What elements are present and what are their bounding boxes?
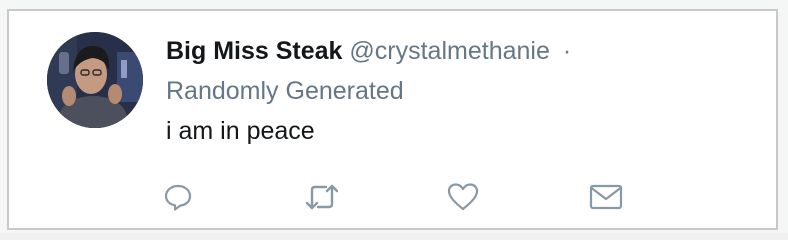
like-button[interactable] xyxy=(443,177,483,217)
heart-icon xyxy=(447,183,479,211)
tweet-header: Big Miss Steak @crystalmethanie · xyxy=(166,35,571,67)
tweet-source: Randomly Generated xyxy=(166,77,404,105)
display-name[interactable]: Big Miss Steak xyxy=(166,37,342,65)
reply-button[interactable] xyxy=(158,177,198,217)
page-bottom-strip xyxy=(0,233,788,240)
tweet-card: Big Miss Steak @crystalmethanie · Random… xyxy=(7,9,778,230)
retweet-icon xyxy=(305,184,339,210)
retweet-button[interactable] xyxy=(302,177,342,217)
tweet-text: i am in peace xyxy=(166,117,315,145)
reply-icon xyxy=(164,184,192,211)
separator-dot: · xyxy=(562,37,572,65)
direct-message-button[interactable] xyxy=(586,177,626,217)
username-handle[interactable]: @crystalmethanie xyxy=(349,37,549,65)
envelope-icon xyxy=(589,184,623,210)
avatar[interactable] xyxy=(47,32,143,128)
avatar-image xyxy=(47,32,143,128)
